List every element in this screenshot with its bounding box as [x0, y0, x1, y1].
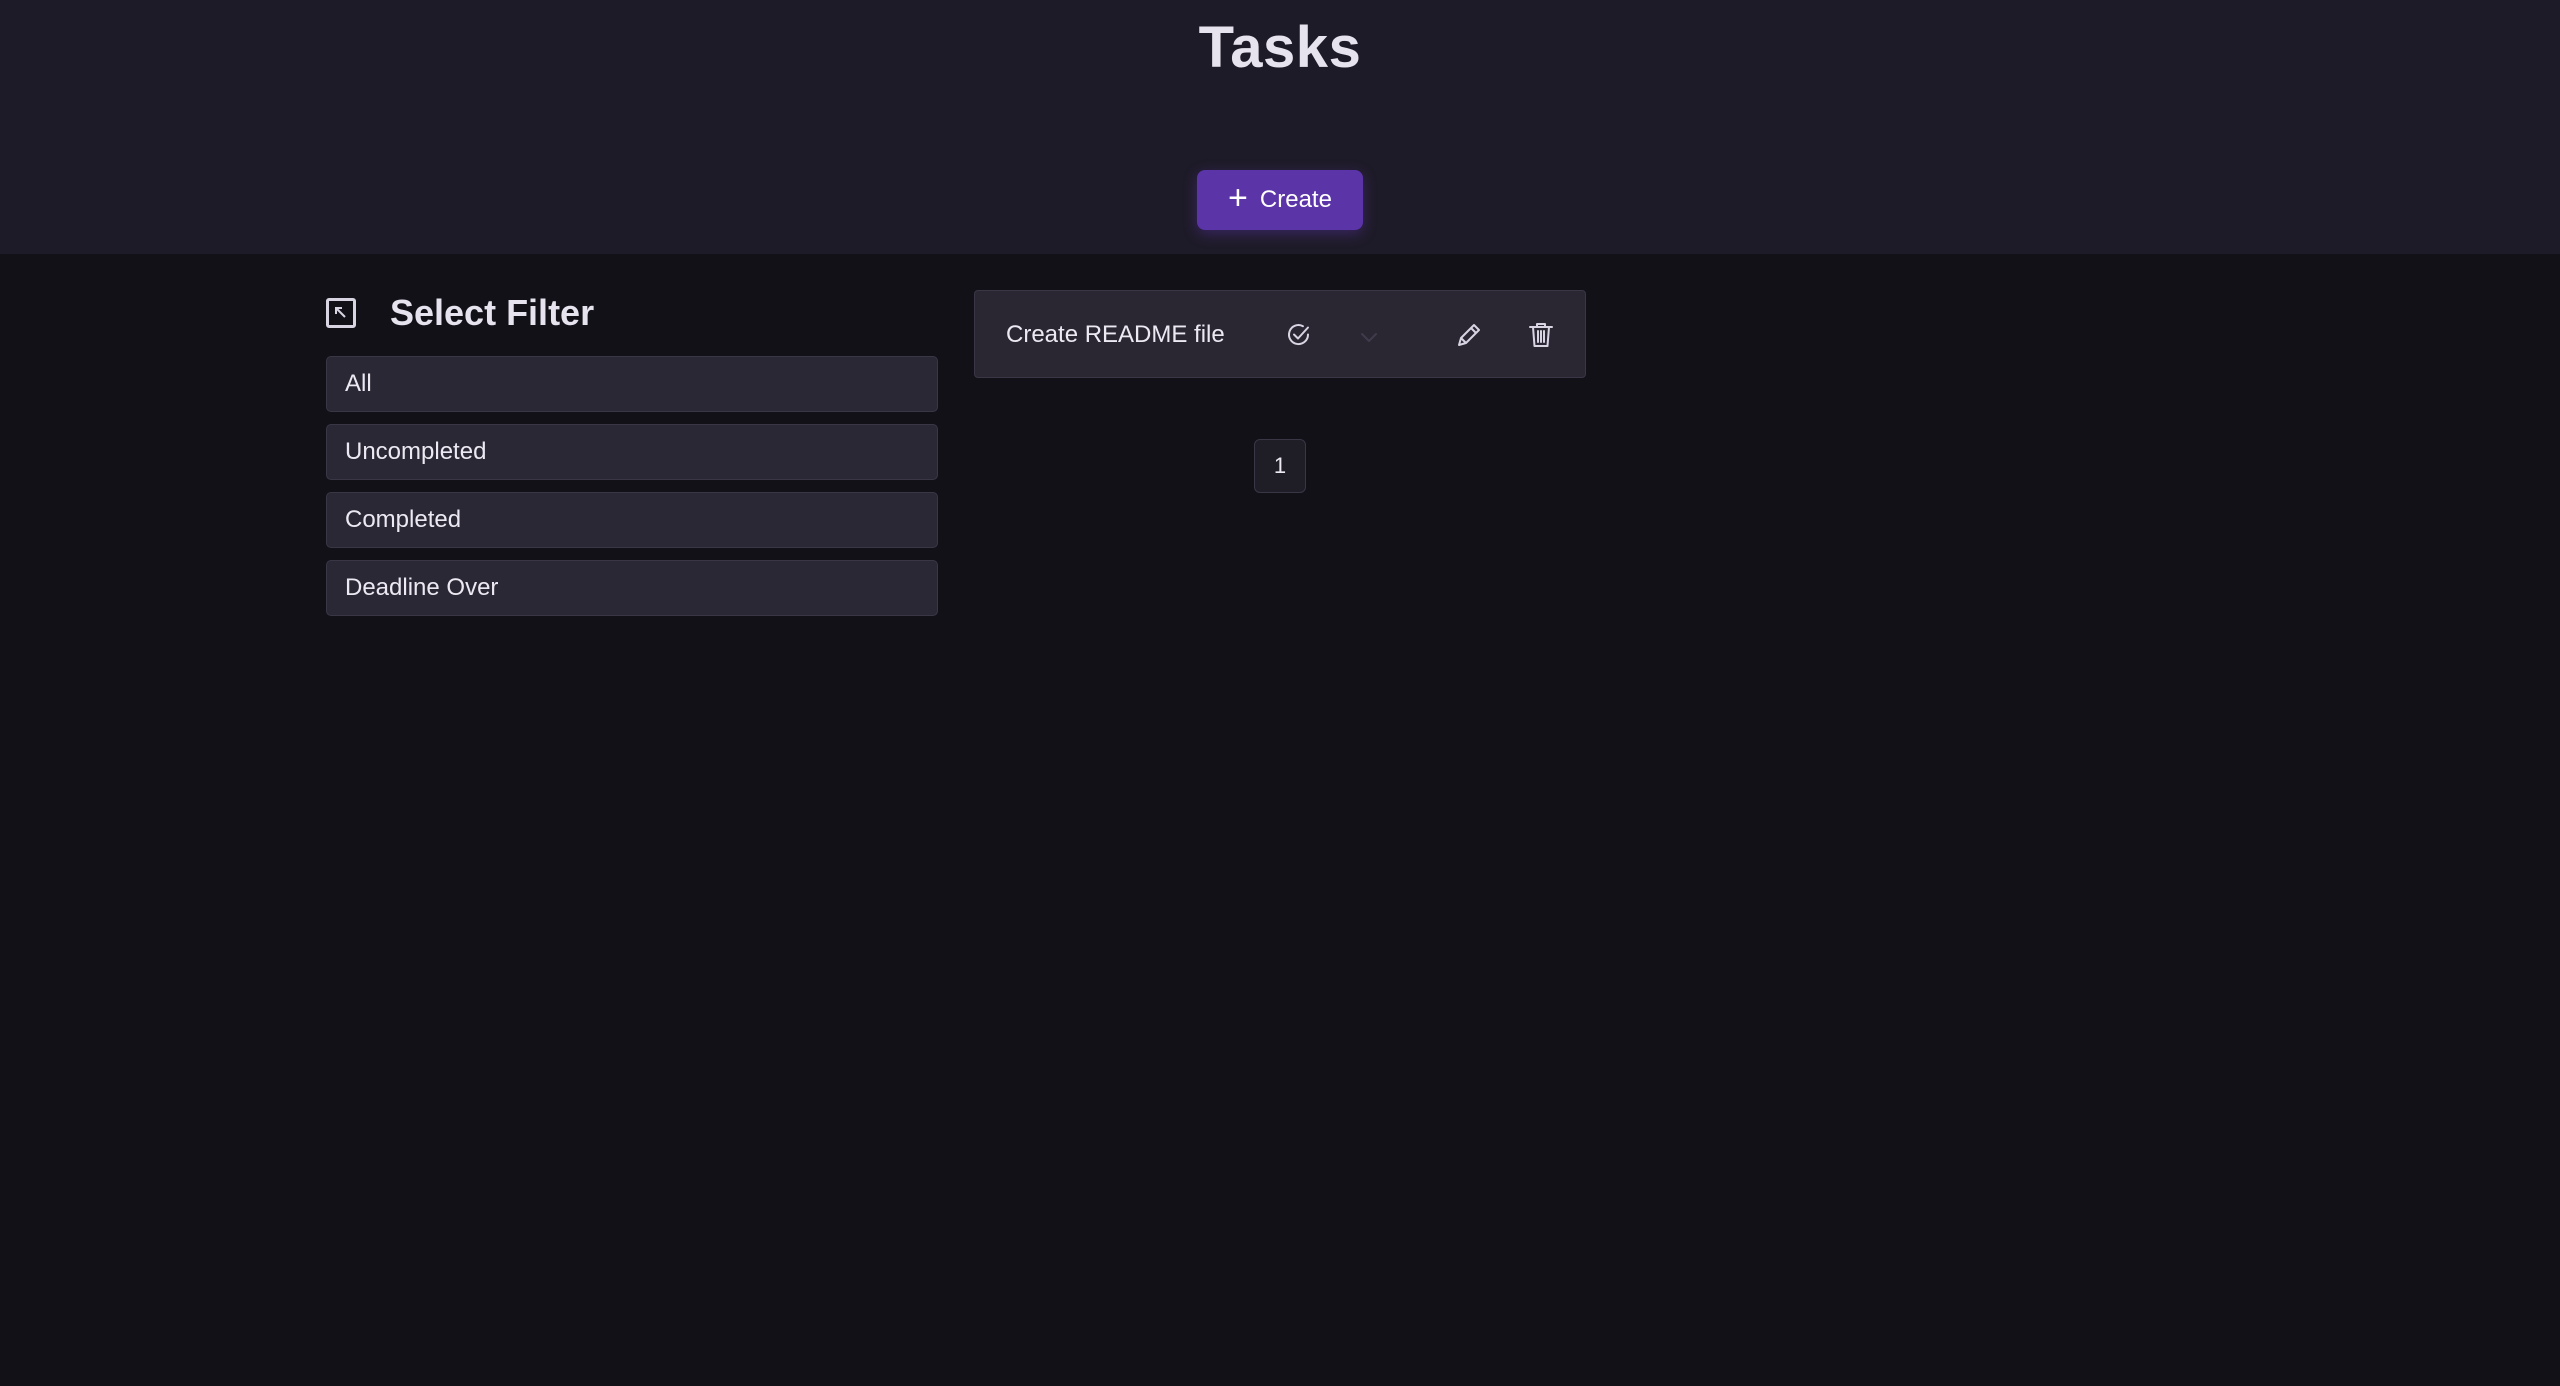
filter-panel: Select Filter All Uncompleted Completed … [326, 290, 938, 628]
create-button-label: Create [1259, 186, 1332, 213]
pagination-page-button[interactable]: 1 [1254, 439, 1306, 493]
filter-option-all[interactable]: All [326, 356, 938, 412]
plus-icon: + [1228, 179, 1248, 217]
create-button[interactable]: + Create [1197, 170, 1363, 230]
filter-option-completed[interactable]: Completed [326, 492, 938, 548]
filter-header: Select Filter [326, 290, 938, 336]
chevron-down-icon[interactable] [1353, 321, 1385, 353]
task-card: Create README file [974, 290, 1586, 378]
collapse-arrow-icon[interactable] [326, 298, 356, 328]
filter-option-uncompleted[interactable]: Uncompleted [326, 424, 938, 480]
collapse-arrow-icon-glyph [335, 307, 346, 318]
page-title: Tasks [1198, 15, 1362, 80]
app-header: Tasks + Create [0, 0, 2560, 254]
filter-list: All Uncompleted Completed Deadline Over [326, 356, 938, 616]
filter-option-deadline-over[interactable]: Deadline Over [326, 560, 938, 616]
filter-title: Select Filter [390, 292, 595, 333]
pencil-icon[interactable] [1451, 317, 1487, 353]
trash-icon[interactable] [1523, 317, 1559, 353]
check-circle-icon[interactable] [1283, 319, 1315, 351]
task-title: Create README file [1006, 321, 1225, 348]
